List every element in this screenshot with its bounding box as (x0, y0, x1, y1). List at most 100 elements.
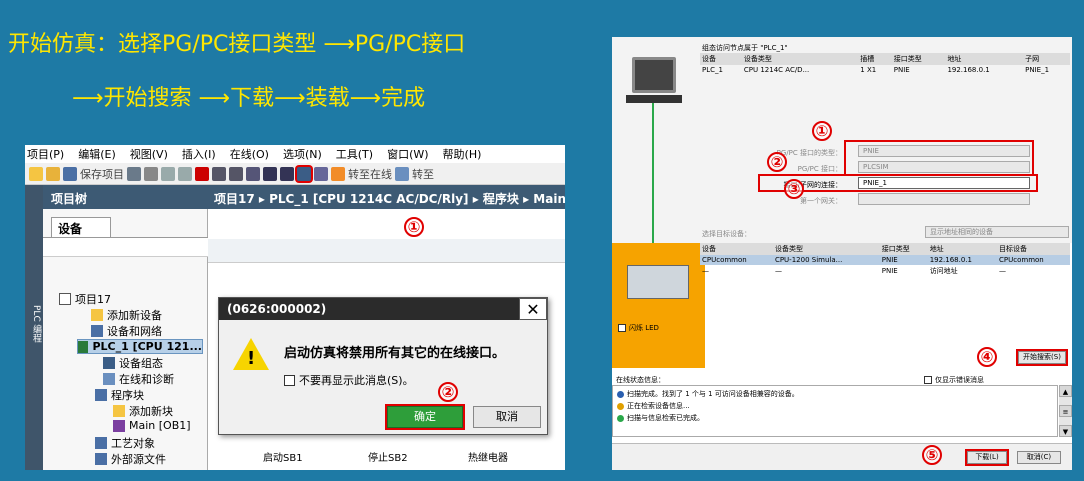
redo-icon[interactable] (229, 166, 243, 181)
devices-tab[interactable]: 设备 (51, 217, 111, 237)
contact-stop-sb2: 停止SB2 (368, 453, 408, 464)
target-table: 设备 设备类型 接口类型 地址 目标设备 CPUcommon CPU-1200 … (700, 243, 1070, 277)
copy-icon[interactable] (161, 166, 175, 181)
headline-line-1: 开始仿真：选择PG/PC接口类型 ⟶PG/PC接口 (8, 32, 466, 57)
info-icon (617, 390, 624, 398)
tree-item-project[interactable]: 项目17 (59, 291, 111, 307)
pgpc-type-label: PG/PC 接口的类型： (776, 149, 842, 157)
table-row[interactable]: PLC_1 CPU 1214C AC/D... 1 X1 PNIE 192.16… (700, 65, 1070, 75)
success-icon (617, 414, 624, 422)
menu-view[interactable]: 视图(V) (130, 146, 168, 162)
breadcrumb: 项目17 ▸ PLC_1 [CPU 1214C AC/DC/Rly] ▸ 程序块… (208, 185, 565, 209)
go-online-icon[interactable] (331, 166, 345, 181)
menu-options[interactable]: 选项(N) (283, 146, 322, 162)
editor-toolbar (208, 239, 565, 263)
device-config-icon (103, 357, 115, 369)
stop-simulation-icon[interactable] (314, 166, 328, 181)
table-row[interactable]: — — PNIE 访问地址 — (700, 265, 1070, 277)
contact-thermal-relay: 热继电器 (468, 453, 508, 464)
go-offline-icon[interactable] (395, 166, 409, 181)
dont-show-again-checkbox[interactable]: 不要再显示此消息(S)。 (284, 372, 414, 388)
project-tree-title: 项目树 (43, 185, 208, 209)
scroll-up-icon[interactable]: ▲ (1059, 385, 1072, 397)
start-search-button[interactable]: 开始搜索(S) (1018, 351, 1066, 364)
tree-item-add-block[interactable]: 添加新块 (113, 403, 173, 419)
config-table: 设备 设备类型 插槽 接口类型 地址 子网 PLC_1 CPU 1214C AC… (700, 53, 1070, 75)
project-icon (59, 293, 71, 305)
tree-item-add-device[interactable]: 添加新设备 (91, 307, 162, 323)
config-caption: 组态访问节点属于 "PLC_1" (702, 44, 788, 52)
menu-help[interactable]: 帮助(H) (443, 146, 482, 162)
status-label: 在线状态信息： (616, 376, 665, 384)
add-device-icon (91, 309, 103, 321)
upload-icon[interactable] (280, 166, 294, 181)
table-row[interactable]: CPUcommon CPU-1200 Simula... PNIE 192.16… (700, 255, 1070, 265)
cut-icon[interactable] (144, 166, 158, 181)
side-tab-plc-programming[interactable]: PLC 编程 (25, 185, 43, 470)
online-status-section: 在线状态信息： 仅显示错误消息 扫描完成。找到了 1 个与 1 可访问设备相兼容… (612, 373, 1072, 443)
flash-led-checkbox[interactable]: 闪烁 LED (618, 323, 659, 333)
download-button[interactable]: 下载(L) (967, 451, 1007, 464)
connection-line (652, 103, 654, 245)
tree-item-external-sources[interactable]: 外部源文件 (95, 451, 166, 467)
config-access-section: 组态访问节点属于 "PLC_1" 设备 设备类型 插槽 接口类型 地址 子网 P… (612, 37, 1072, 243)
start-simulation-icon[interactable] (297, 166, 311, 181)
scroll-down-icon[interactable]: ▼ (1059, 425, 1072, 437)
target-device-section: 闪烁 LED 设备 设备类型 接口类型 地址 目标设备 CPUcommon CP… (612, 243, 1072, 373)
tree-item-plc1[interactable]: PLC_1 [CPU 121... (77, 339, 203, 354)
first-gateway-select[interactable] (858, 193, 1030, 205)
status-scrollbar[interactable]: ▲ ≡ ▼ (1059, 385, 1072, 437)
menu-edit[interactable]: 编辑(E) (78, 146, 116, 162)
network-icon (91, 325, 103, 337)
cancel-button[interactable]: 取消 (473, 406, 541, 428)
tree-toolbar (43, 237, 208, 257)
open-project-icon[interactable] (46, 166, 60, 181)
tree-item-devices-networks[interactable]: 设备和网络 (91, 323, 162, 339)
ob-block-icon (113, 419, 125, 432)
step-marker-2-left: ② (438, 382, 458, 402)
list-item: 正在检索设备信息... (617, 401, 690, 411)
menu-window[interactable]: 窗口(W) (387, 146, 428, 162)
save-project-button[interactable]: 保存项目 (80, 166, 124, 182)
list-item: 扫描完成。找到了 1 个与 1 可访问设备相兼容的设备。 (617, 389, 799, 399)
errors-only-checkbox[interactable]: 仅显示错误消息 (924, 375, 984, 385)
menu-insert[interactable]: 插入(I) (182, 146, 216, 162)
ok-button[interactable]: 确定 (387, 406, 463, 428)
compile-icon[interactable] (246, 166, 260, 181)
headline-line-2: ⟶开始搜索 ⟶下载⟶装载⟶完成 (72, 86, 426, 111)
target-filter-select[interactable]: 显示地址相同的设备 (925, 226, 1069, 238)
dialog-title: (0626:000002) ✕ (219, 298, 547, 320)
menu-project[interactable]: 项目(P) (27, 146, 64, 162)
scroll-thumb[interactable]: ≡ (1059, 405, 1072, 417)
tia-portal-window: 项目(P) 编辑(E) 视图(V) 插入(I) 在线(O) 选项(N) 工具(T… (25, 145, 565, 470)
project-tree: 设备 项目17 添加新设备 设备和网络 PLC_1 [CPU 121... 设备… (43, 209, 208, 470)
paste-icon[interactable] (178, 166, 192, 181)
go-offline-button[interactable]: 转至 (412, 166, 434, 182)
step-marker-5-right: ⑤ (922, 445, 942, 465)
menu-tools[interactable]: 工具(T) (336, 146, 373, 162)
tree-item-main-ob1[interactable]: Main [OB1] (113, 419, 191, 432)
pg-pc-monitor-icon (632, 57, 676, 93)
go-online-button[interactable]: 转至在线 (348, 166, 392, 182)
close-icon[interactable]: ✕ (519, 298, 547, 320)
step-marker-1-right: ① (812, 121, 832, 141)
print-icon[interactable] (127, 166, 141, 181)
folder-icon (95, 389, 107, 401)
menu-online[interactable]: 在线(O) (230, 146, 269, 162)
download-icon[interactable] (263, 166, 277, 181)
diagnostics-icon (103, 373, 115, 385)
tree-item-program-blocks[interactable]: 程序块 (95, 387, 144, 403)
dialog-message: 启动仿真将禁用所有其它的在线接口。 (284, 346, 506, 361)
cancel-button[interactable]: 取消(C) (1017, 451, 1061, 464)
delete-icon[interactable] (195, 166, 209, 181)
undo-icon[interactable] (212, 166, 226, 181)
save-icon[interactable] (63, 166, 77, 181)
contact-start-sb1: 启动SB1 (263, 453, 303, 464)
status-log: 扫描完成。找到了 1 个与 1 可访问设备相兼容的设备。 正在检索设备信息...… (612, 385, 1058, 437)
new-project-icon[interactable] (29, 166, 43, 181)
tree-item-technology-objects[interactable]: 工艺对象 (95, 435, 155, 451)
pgpc-interface-label: PG/PC 接口： (797, 165, 842, 173)
tree-item-device-config[interactable]: 设备组态 (103, 355, 163, 371)
add-block-icon (113, 405, 125, 417)
tree-item-online-diagnostics[interactable]: 在线和诊断 (103, 371, 174, 387)
